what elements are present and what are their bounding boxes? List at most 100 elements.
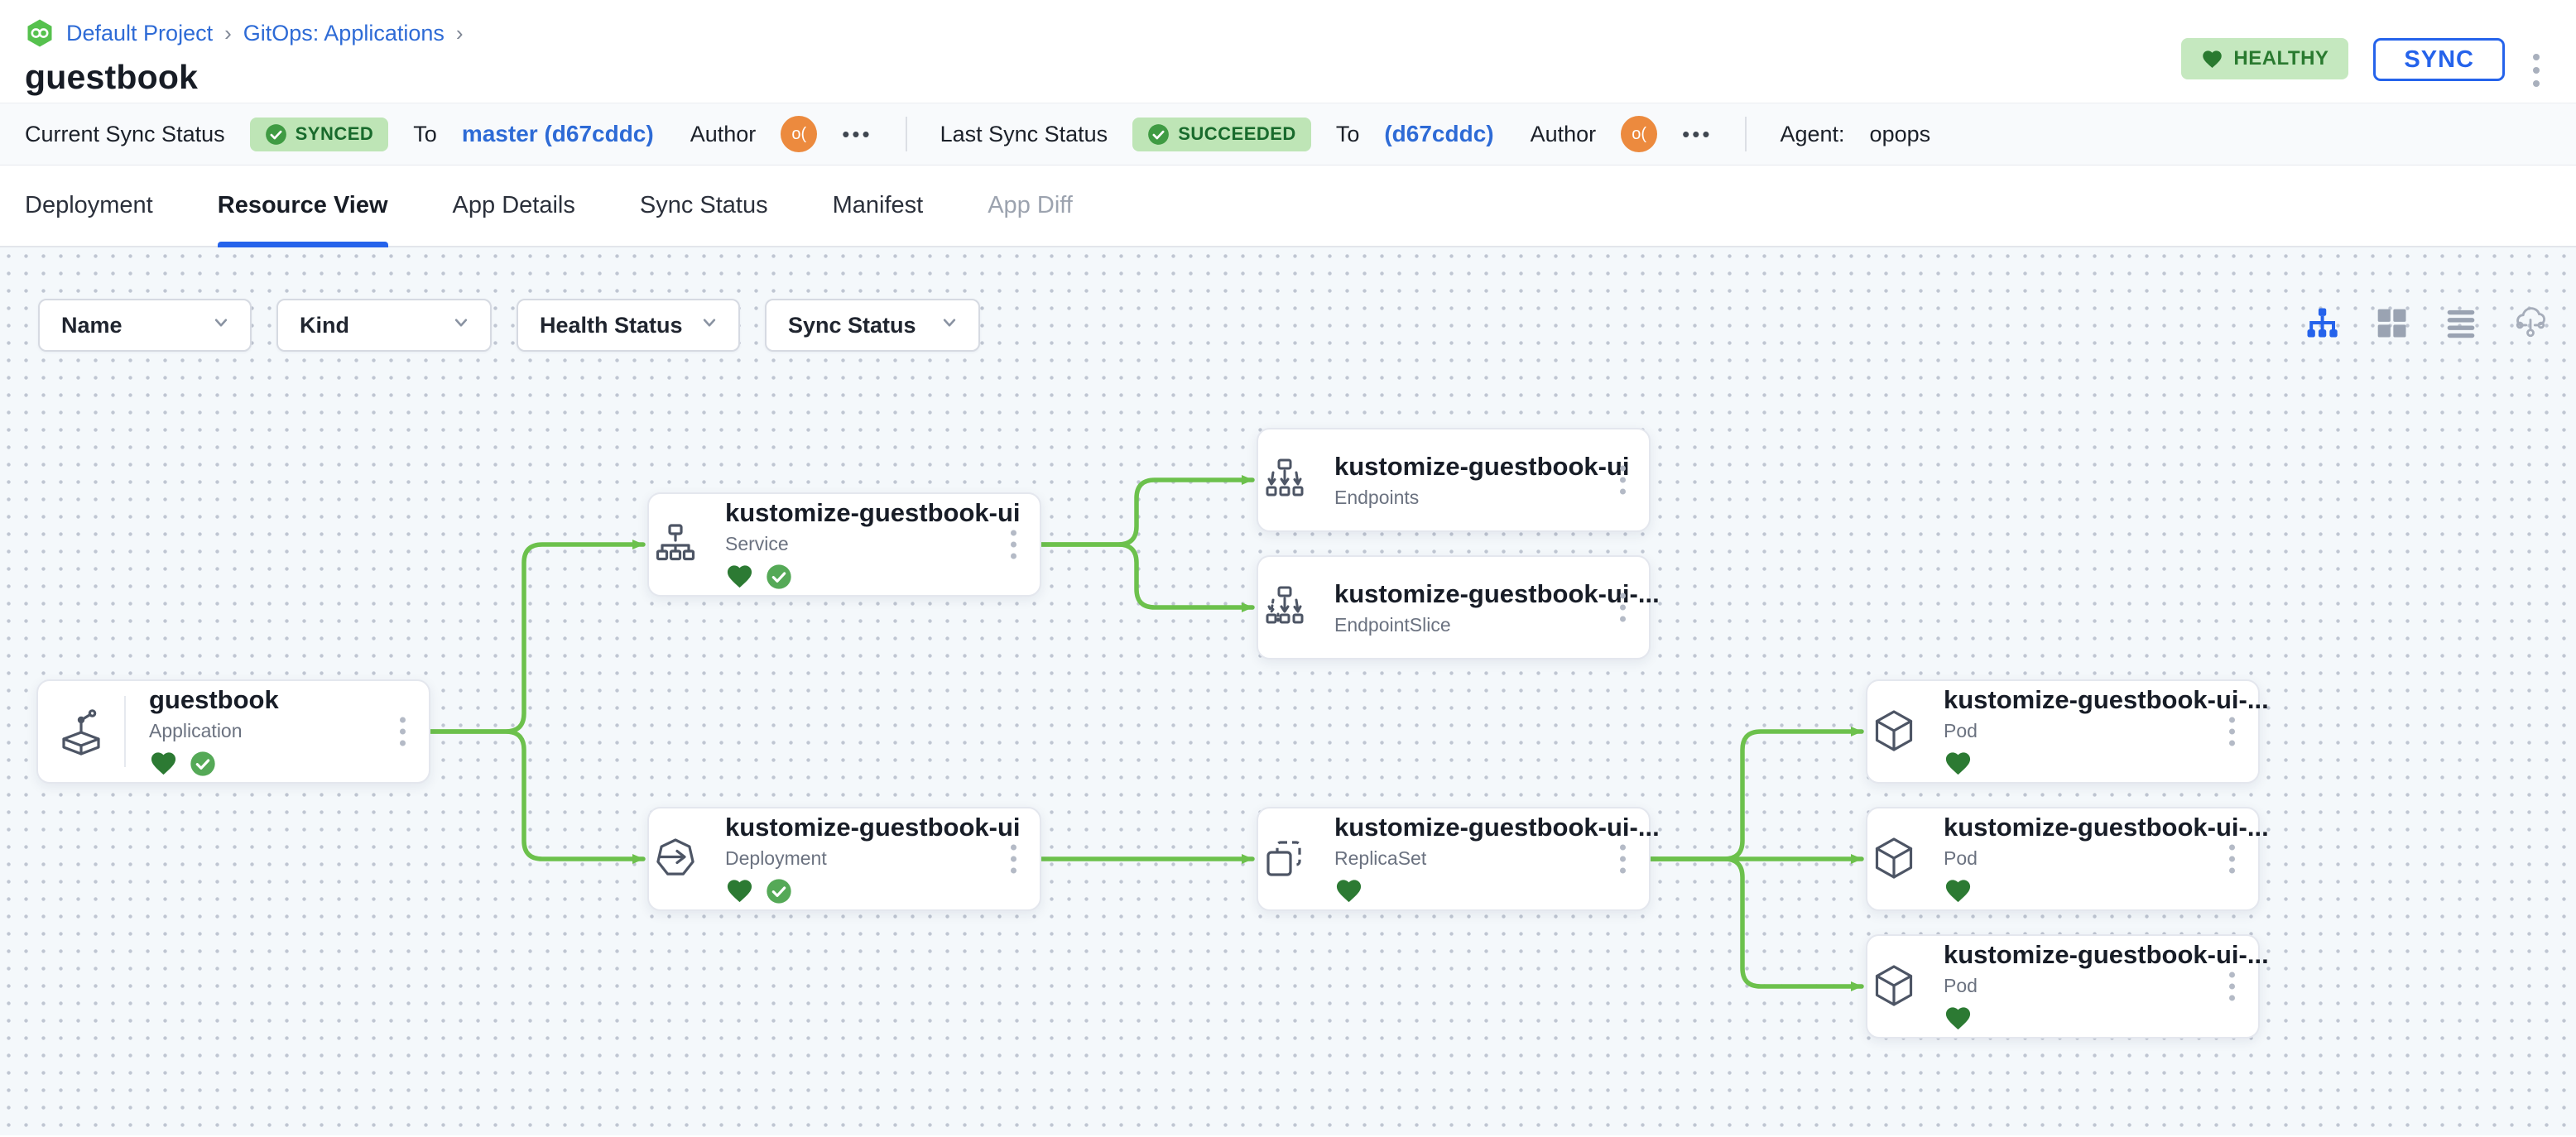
- app-menu-kebab-icon[interactable]: [2530, 49, 2543, 92]
- heart-icon: [2203, 50, 2223, 68]
- filter-sync-status[interactable]: Sync Status: [765, 299, 980, 352]
- tab-app-diff: App Diff: [988, 192, 1073, 218]
- node-menu-kebab-icon[interactable]: [2224, 967, 2240, 1006]
- filter-health-status[interactable]: Health Status: [517, 299, 740, 352]
- node-status-icons: [1334, 876, 1660, 905]
- resource-node-deployment[interactable]: kustomize-guestbook-ui Deployment: [647, 807, 1041, 911]
- node-status-icons: [725, 562, 1021, 591]
- node-title: kustomize-guestbook-ui-...: [1944, 813, 2269, 842]
- health-status-badge: HEALTHY: [2181, 38, 2349, 79]
- node-title: kustomize-guestbook-ui-...: [1334, 813, 1660, 842]
- node-status-icons: [149, 749, 279, 778]
- divider: [905, 117, 907, 151]
- node-title: kustomize-guestbook-ui: [1334, 451, 1630, 481]
- agent-value: opops: [1869, 121, 1931, 146]
- check-circle-icon: [265, 123, 286, 145]
- breadcrumb-project[interactable]: Default Project: [66, 21, 213, 46]
- tab-deployment[interactable]: Deployment: [25, 166, 153, 246]
- breadcrumb-gitops-applications[interactable]: GitOps: Applications: [243, 21, 445, 46]
- node-menu-kebab-icon[interactable]: [2224, 712, 2240, 751]
- node-menu-kebab-icon[interactable]: [395, 712, 411, 751]
- node-menu-kebab-icon[interactable]: [1006, 840, 1021, 879]
- list-view-icon[interactable]: [2444, 305, 2478, 340]
- resource-node-pod[interactable]: kustomize-guestbook-ui-... Pod: [1866, 807, 2269, 911]
- synced-check-icon: [190, 751, 216, 777]
- node-title: kustomize-guestbook-ui: [725, 498, 1021, 527]
- last-sync-label: Last Sync Status: [940, 121, 1108, 146]
- page-title: guestbook: [25, 58, 199, 96]
- healthy-heart-icon: [725, 562, 754, 591]
- filter-label: Health Status: [540, 312, 683, 338]
- filter-label: Sync Status: [788, 312, 916, 338]
- tab-sync-status[interactable]: Sync Status: [640, 166, 768, 246]
- commit-details-more-icon[interactable]: •••: [1682, 122, 1712, 147]
- pod-icon: [1867, 681, 1920, 782]
- sync-button[interactable]: SYNC: [2373, 38, 2505, 81]
- service-icon: [649, 494, 702, 595]
- filter-kind[interactable]: Kind: [276, 299, 492, 352]
- application-icon: [38, 681, 124, 782]
- node-status-icons: [1944, 1004, 2269, 1033]
- grid-view-icon[interactable]: [2374, 305, 2409, 340]
- tab-app-details[interactable]: App Details: [453, 166, 575, 246]
- resource-node-service[interactable]: kustomize-guestbook-ui Service: [647, 492, 1041, 597]
- chevron-down-icon: [450, 312, 472, 339]
- breadcrumb-separator: ›: [455, 20, 464, 46]
- node-menu-kebab-icon[interactable]: [1615, 588, 1631, 627]
- replicaset-icon: [1258, 808, 1311, 909]
- tab-manifest[interactable]: Manifest: [833, 166, 924, 246]
- project-logo-icon: [27, 19, 52, 47]
- commit-details-more-icon[interactable]: •••: [842, 122, 872, 147]
- filter-label: Kind: [300, 312, 349, 338]
- node-menu-kebab-icon[interactable]: [1615, 461, 1631, 500]
- synced-check-icon: [766, 564, 792, 590]
- resource-node-pod[interactable]: kustomize-guestbook-ui-... Pod: [1866, 934, 2269, 1039]
- healthy-heart-icon: [1944, 1004, 1973, 1033]
- node-kind: Deployment: [725, 847, 827, 869]
- healthy-heart-icon: [1944, 749, 1973, 778]
- edge-app-to-dep: [428, 729, 646, 864]
- node-kind: Pod: [1944, 720, 1978, 741]
- filter-bar: Name Kind Health Status Sync Status: [38, 299, 980, 352]
- healthy-heart-icon: [1944, 876, 1973, 905]
- tab-bar: Deployment Resource View App Details Sync S…: [0, 166, 2576, 247]
- pod-icon: [1867, 936, 1920, 1037]
- author-avatar: o(: [1621, 116, 1658, 152]
- node-menu-kebab-icon[interactable]: [2224, 840, 2240, 879]
- filter-name[interactable]: Name: [38, 299, 252, 352]
- header-actions: HEALTHY SYNC: [2181, 18, 2543, 103]
- chevron-down-icon: [939, 312, 960, 339]
- node-menu-kebab-icon[interactable]: [1006, 525, 1021, 564]
- node-status-icons: [1944, 749, 2269, 778]
- tree-view-icon[interactable]: [2304, 305, 2339, 340]
- resource-node-endpoints[interactable]: kustomize-guestbook-ui Endpoints: [1257, 428, 1651, 532]
- node-menu-kebab-icon[interactable]: [1615, 840, 1631, 879]
- agent-label: Agent:: [1780, 121, 1845, 146]
- endpointslice-icon: [1258, 557, 1311, 658]
- author-label: Author: [690, 121, 757, 146]
- last-sync-badge: SUCCEEDED: [1132, 117, 1311, 151]
- filter-label: Name: [61, 312, 123, 338]
- last-sync-commit-link[interactable]: (d67cddc): [1384, 121, 1493, 147]
- tab-resource-view[interactable]: Resource View: [217, 166, 388, 247]
- node-kind: ReplicaSet: [1334, 847, 1427, 869]
- node-title: kustomize-guestbook-ui: [725, 813, 1021, 842]
- healthy-heart-icon: [725, 876, 754, 905]
- resource-node-pod[interactable]: kustomize-guestbook-ui-... Pod: [1866, 679, 2269, 784]
- chevron-down-icon: [699, 312, 720, 339]
- synced-check-icon: [766, 878, 792, 904]
- author-avatar: o(: [781, 116, 818, 152]
- cluster-view-icon[interactable]: [2513, 305, 2548, 340]
- node-status-icons: [725, 876, 1021, 905]
- app-header: Default Project › GitOps: Applications ›…: [0, 0, 2576, 103]
- resource-node-replicaset[interactable]: kustomize-guestbook-ui-... ReplicaSet: [1257, 807, 1660, 911]
- deployment-icon: [649, 808, 702, 909]
- resource-node-application[interactable]: guestbook Application: [36, 679, 430, 784]
- edge-app-to-svc: [428, 540, 646, 734]
- endpoints-icon: [1258, 429, 1311, 530]
- chevron-down-icon: [210, 312, 232, 339]
- breadcrumb-separator: ›: [224, 20, 232, 46]
- resource-node-endpointslice[interactable]: kustomize-guestbook-ui-... EndpointSlice: [1257, 555, 1660, 660]
- current-sync-commit-link[interactable]: master (d67cddc): [462, 121, 654, 147]
- node-title: guestbook: [149, 685, 279, 714]
